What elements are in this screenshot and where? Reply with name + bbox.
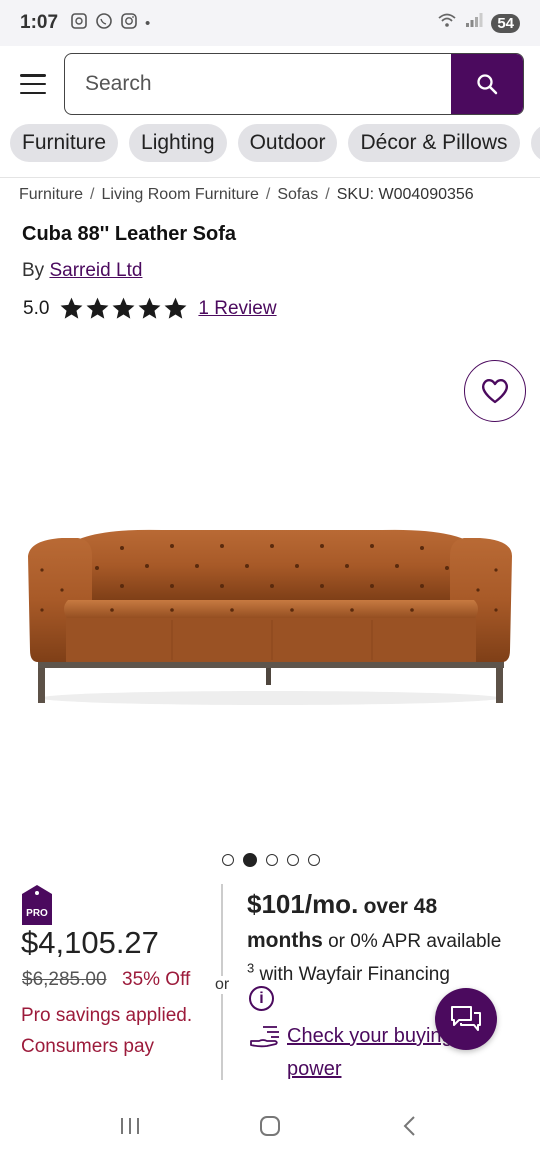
breadcrumb-separator: /	[265, 186, 271, 203]
search-input[interactable]	[65, 54, 451, 114]
breadcrumb-link-living-room[interactable]: Living Room Furniture	[101, 186, 258, 203]
heart-icon	[482, 379, 508, 404]
battery-indicator: 54	[491, 13, 520, 33]
home-icon	[260, 1116, 280, 1136]
rating-value: 5.0	[23, 297, 50, 319]
brand-link[interactable]: Sarreid Ltd	[49, 260, 142, 281]
category-pill-decor-pillows[interactable]: Décor & Pillows	[348, 124, 520, 162]
breadcrumb-link-sofas[interactable]: Sofas	[277, 186, 318, 203]
recent-apps-icon	[121, 1118, 139, 1134]
signal-icon	[465, 12, 483, 34]
star-icon	[86, 297, 109, 319]
star-icon	[138, 297, 161, 319]
home-button[interactable]	[250, 1106, 290, 1146]
star-icon	[60, 297, 83, 319]
carousel-dot[interactable]	[308, 854, 320, 866]
category-pill-lighting[interactable]: Lighting	[129, 124, 227, 162]
instagram-icon	[120, 12, 138, 34]
carousel-dot[interactable]	[287, 854, 299, 866]
discount-label: 35% Off	[122, 969, 191, 990]
menu-icon[interactable]	[20, 74, 46, 94]
financing-months: months	[247, 929, 323, 952]
info-icon[interactable]: i	[249, 986, 274, 1011]
header	[0, 46, 540, 122]
star-icon	[164, 297, 187, 319]
brand-line: By Sarreid Ltd	[22, 260, 142, 282]
financing-term: over 48	[363, 895, 438, 918]
notification-dot: •	[145, 14, 151, 32]
system-nav-bar	[0, 1094, 540, 1158]
monthly-payment: $101/mo.	[247, 889, 359, 919]
pro-badge-label: PRO	[26, 908, 48, 919]
breadcrumb-separator: /	[325, 186, 330, 203]
carousel-dot[interactable]	[222, 854, 234, 866]
wifi-icon	[437, 12, 457, 34]
status-right: 54	[437, 12, 520, 34]
apr-text: or 0% APR available	[328, 931, 502, 952]
carousel-dot[interactable]	[243, 853, 257, 867]
rating-stars	[59, 296, 188, 321]
rating-line: 5.0 1 Review	[23, 296, 277, 321]
or-label: or	[214, 976, 231, 994]
product-image-sofa[interactable]	[22, 520, 518, 710]
search-button[interactable]	[451, 54, 523, 114]
back-icon	[403, 1116, 415, 1136]
chat-icon	[451, 1006, 481, 1031]
financing-text: $101/mo. over 48 months or 0% APR availa…	[247, 888, 532, 991]
product-title: Cuba 88'' Leather Sofa	[22, 223, 237, 245]
status-time: 1:07	[20, 12, 59, 33]
search-box	[64, 53, 524, 115]
pro-savings-note: Pro savings applied. Consumers pay	[21, 1005, 193, 1057]
reviews-link[interactable]: 1 Review	[198, 298, 276, 320]
recent-apps-button[interactable]	[110, 1106, 150, 1146]
category-pill-furniture[interactable]: Furniture	[10, 124, 119, 162]
status-notification-icons: •	[70, 12, 150, 34]
chat-button[interactable]	[435, 988, 497, 1050]
star-icon	[112, 297, 135, 319]
favorite-button[interactable]	[464, 360, 526, 422]
gallery-icon	[70, 12, 88, 34]
carousel-dot[interactable]	[266, 854, 278, 866]
breadcrumb-separator: /	[90, 186, 95, 203]
breadcrumb: Furniture / Living Room Furniture / Sofas / SK…	[19, 186, 474, 204]
whatsapp-icon	[95, 12, 113, 34]
financing-footnote: 3	[247, 960, 255, 976]
category-nav: Furniture Lighting Outdoor Décor & Pillo…	[0, 124, 540, 178]
original-price: $6,285.00	[22, 969, 107, 990]
financing-provider-text: with Wayfair Financing	[259, 964, 450, 985]
breadcrumb-link-furniture[interactable]: Furniture	[19, 186, 83, 203]
category-pill-more[interactable]	[530, 124, 540, 162]
search-icon	[477, 74, 498, 95]
category-pill-outdoor[interactable]: Outdoor	[237, 124, 338, 162]
pro-badge-icon: PRO	[22, 885, 52, 925]
sku-label: SKU: W004090356	[336, 186, 474, 203]
carousel-dots	[222, 853, 320, 867]
status-bar: 1:07 • 54	[0, 0, 540, 46]
hand-money-icon	[250, 1026, 279, 1048]
back-button[interactable]	[390, 1106, 430, 1146]
sale-price: $4,105.27	[21, 925, 159, 960]
brand-by-label: By	[22, 260, 45, 281]
